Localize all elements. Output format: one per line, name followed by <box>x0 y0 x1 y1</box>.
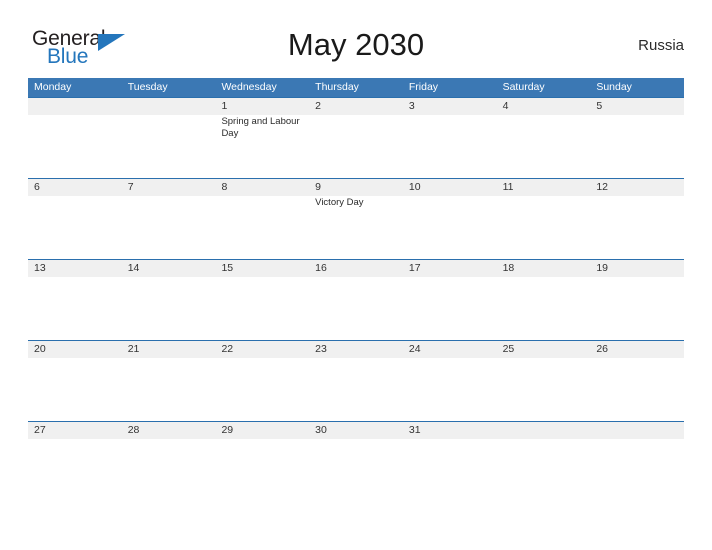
day-number: 12 <box>596 181 608 193</box>
calendar-grid: Monday Tuesday Wednesday Thursday Friday… <box>28 78 684 502</box>
day-event: Spring and Labour Day <box>221 116 300 139</box>
day-number: 6 <box>34 181 40 193</box>
day-number: 14 <box>127 262 140 274</box>
day-number: 31 <box>408 424 421 436</box>
week-row: 1 Spring and Labour Day 2 3 4 5 <box>28 97 684 178</box>
page-title: May 2030 <box>287 27 425 62</box>
country-label: Russia <box>638 37 684 54</box>
week-row: 20 21 22 23 24 25 26 <box>28 340 684 421</box>
day-cell[interactable] <box>122 98 216 177</box>
day-cell[interactable]: 13 <box>28 260 122 339</box>
day-cell[interactable]: 4 <box>497 98 591 177</box>
day-cell[interactable]: 23 <box>309 341 403 420</box>
day-cell[interactable]: 30 <box>309 422 403 501</box>
day-cell[interactable]: 21 <box>122 341 216 420</box>
day-number: 23 <box>315 343 327 355</box>
weekday-header-row: Monday Tuesday Wednesday Thursday Friday… <box>28 78 684 97</box>
day-number: 24 <box>408 343 421 355</box>
day-number: 13 <box>34 262 46 274</box>
day-number: 21 <box>127 343 140 355</box>
day-number: 17 <box>408 262 421 274</box>
day-number: 30 <box>315 424 327 436</box>
day-number: 2 <box>315 100 321 112</box>
day-cell[interactable]: 14 <box>122 260 216 339</box>
day-number: 3 <box>408 100 415 112</box>
day-number: 5 <box>596 100 603 112</box>
day-cell[interactable]: 27 <box>28 422 122 501</box>
day-number: 4 <box>502 100 509 112</box>
day-cell[interactable]: 1 Spring and Labour Day <box>215 98 309 177</box>
weekday-header-wednesday: Wednesday <box>221 81 277 93</box>
day-cell[interactable]: 10 <box>403 179 497 258</box>
day-number: 25 <box>502 343 515 355</box>
day-cell[interactable]: 5 <box>590 98 684 177</box>
week-row: 27 28 29 30 31 <box>28 421 684 502</box>
day-cell[interactable]: 11 <box>497 179 591 258</box>
day-number: 20 <box>34 343 46 355</box>
day-number: 19 <box>596 262 608 274</box>
day-number: 15 <box>221 262 234 274</box>
day-number: 8 <box>221 181 228 193</box>
day-number: 9 <box>315 181 321 193</box>
day-cell[interactable]: 17 <box>403 260 497 339</box>
day-cell[interactable]: 7 <box>122 179 216 258</box>
day-cell[interactable]: 8 <box>215 179 309 258</box>
weekday-header-saturday: Saturday <box>502 81 545 93</box>
day-cell[interactable] <box>28 98 122 177</box>
day-number: 29 <box>221 424 234 436</box>
calendar-page: General Blue May 2030 Russia Monday Tues… <box>0 0 712 550</box>
day-number: 27 <box>34 424 46 436</box>
weekday-header-monday: Monday <box>34 81 72 93</box>
week-row: 6 7 8 9 Victory Day 10 11 12 <box>28 178 684 259</box>
day-number: 7 <box>127 181 134 193</box>
day-cell[interactable]: 24 <box>403 341 497 420</box>
day-number: 1 <box>221 100 228 112</box>
day-cell[interactable]: 9 Victory Day <box>309 179 403 258</box>
day-cell[interactable]: 2 <box>309 98 403 177</box>
day-cell[interactable]: 28 <box>122 422 216 501</box>
day-cell[interactable]: 26 <box>590 341 684 420</box>
day-number: 10 <box>408 181 421 193</box>
day-number: 18 <box>502 262 515 274</box>
day-cell[interactable]: 16 <box>309 260 403 339</box>
week-row: 13 14 15 16 17 18 19 <box>28 259 684 340</box>
day-cell[interactable]: 12 <box>590 179 684 258</box>
day-cell[interactable]: 3 <box>403 98 497 177</box>
weekday-header-tuesday: Tuesday <box>127 81 168 93</box>
day-number: 26 <box>596 343 608 355</box>
day-number: 28 <box>127 424 140 436</box>
day-number: 11 <box>502 181 514 193</box>
day-cell[interactable]: 18 <box>497 260 591 339</box>
day-number: 16 <box>315 262 327 274</box>
day-cell[interactable]: 31 <box>403 422 497 501</box>
day-cell[interactable]: 15 <box>215 260 309 339</box>
page-header: General Blue May 2030 Russia <box>28 22 684 74</box>
day-cell[interactable]: 20 <box>28 341 122 420</box>
day-cell[interactable]: 6 <box>28 179 122 258</box>
weekday-header-sunday: Sunday <box>596 81 632 93</box>
day-event: Victory Day <box>315 197 364 208</box>
day-cell[interactable]: 19 <box>590 260 684 339</box>
weekday-header-thursday: Thursday <box>315 81 359 93</box>
day-cell[interactable]: 25 <box>497 341 591 420</box>
weekday-header-friday: Friday <box>408 81 439 93</box>
day-cell[interactable] <box>590 422 684 501</box>
day-cell[interactable]: 29 <box>215 422 309 501</box>
day-number: 22 <box>221 343 234 355</box>
day-cell[interactable] <box>497 422 591 501</box>
day-cell[interactable]: 22 <box>215 341 309 420</box>
